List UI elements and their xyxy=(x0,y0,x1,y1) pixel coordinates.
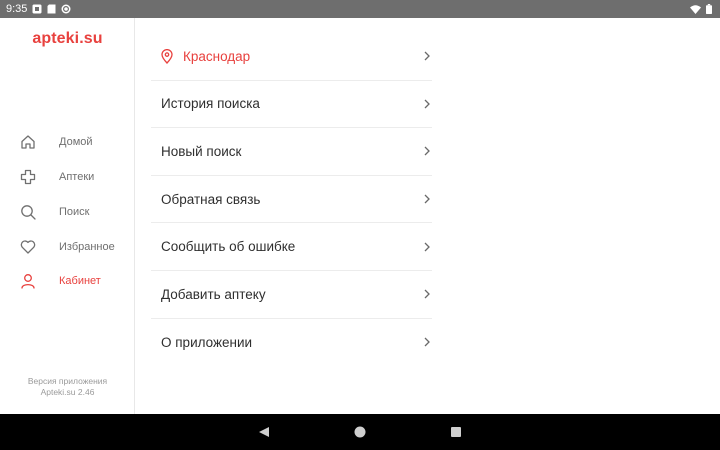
version-number: Apteki.su 2.46 xyxy=(40,387,95,397)
menu-item-label: О приложении xyxy=(161,334,253,350)
home-icon xyxy=(19,133,37,151)
version-label: Версия приложения xyxy=(27,376,108,386)
menu-item-city[interactable]: Краснодар xyxy=(151,33,432,81)
sidebar-item-favorites[interactable]: Избранное xyxy=(0,229,135,264)
menu-item-label: Краснодар xyxy=(183,48,251,64)
chevron-right-icon xyxy=(422,145,432,157)
chevron-right-icon xyxy=(422,241,432,253)
wifi-icon xyxy=(690,4,701,14)
sd-card-icon xyxy=(47,4,56,14)
user-icon xyxy=(19,272,37,290)
chevron-right-icon xyxy=(422,98,432,110)
menu-item-label: Сообщить об ошибке xyxy=(161,239,296,255)
menu-item-about[interactable]: О приложении xyxy=(151,319,432,367)
sidebar-nav: Домой Аптеки Поиск Избранное Кабинет xyxy=(0,125,135,299)
notification-icon xyxy=(32,4,42,14)
sidebar: apteki.su Домой Аптеки Поиск Избранное К… xyxy=(0,18,135,414)
menu-item-label: Обратная связь xyxy=(161,191,261,207)
chevron-right-icon xyxy=(422,193,432,205)
sidebar-item-label: Аптеки xyxy=(59,171,95,184)
app-version: Версия приложения Apteki.su 2.46 xyxy=(0,376,135,398)
sidebar-item-label: Домой xyxy=(59,136,93,149)
menu-item-label: История поиска xyxy=(161,96,260,112)
app-logo[interactable]: apteki.su xyxy=(0,30,135,48)
cabinet-menu: Краснодар История поиска Новый поиск Обр… xyxy=(151,33,432,366)
location-pin-icon xyxy=(161,48,173,64)
status-bar: 9:35 xyxy=(0,0,720,18)
battery-icon xyxy=(706,4,712,14)
chevron-right-icon xyxy=(422,336,432,348)
menu-item-feedback[interactable]: Обратная связь xyxy=(151,176,432,224)
sidebar-item-label: Избранное xyxy=(59,240,115,253)
recents-icon[interactable] xyxy=(451,427,462,438)
sync-icon xyxy=(61,4,71,14)
chevron-right-icon xyxy=(422,288,432,300)
sidebar-item-search[interactable]: Поиск xyxy=(0,195,135,230)
sidebar-item-label: Кабинет xyxy=(59,275,101,288)
menu-item-add-pharmacy[interactable]: Добавить аптеку xyxy=(151,271,432,319)
menu-item-label: Новый поиск xyxy=(161,143,242,159)
chevron-right-icon xyxy=(422,50,432,62)
heart-icon xyxy=(19,238,37,256)
sidebar-item-label: Поиск xyxy=(59,205,90,218)
plus-icon xyxy=(19,168,37,186)
sidebar-item-home[interactable]: Домой xyxy=(0,125,135,160)
menu-item-search-history[interactable]: История поиска xyxy=(151,81,432,129)
status-time: 9:35 xyxy=(6,3,28,15)
sidebar-item-cabinet[interactable]: Кабинет xyxy=(0,264,135,299)
menu-item-report-error[interactable]: Сообщить об ошибке xyxy=(151,223,432,271)
menu-item-new-search[interactable]: Новый поиск xyxy=(151,128,432,176)
system-navigation-bar xyxy=(0,414,720,450)
search-icon xyxy=(19,203,37,221)
home-button-icon[interactable] xyxy=(354,426,366,438)
back-icon[interactable] xyxy=(258,426,270,438)
sidebar-item-pharmacies[interactable]: Аптеки xyxy=(0,160,135,195)
menu-item-label: Добавить аптеку xyxy=(161,286,266,302)
